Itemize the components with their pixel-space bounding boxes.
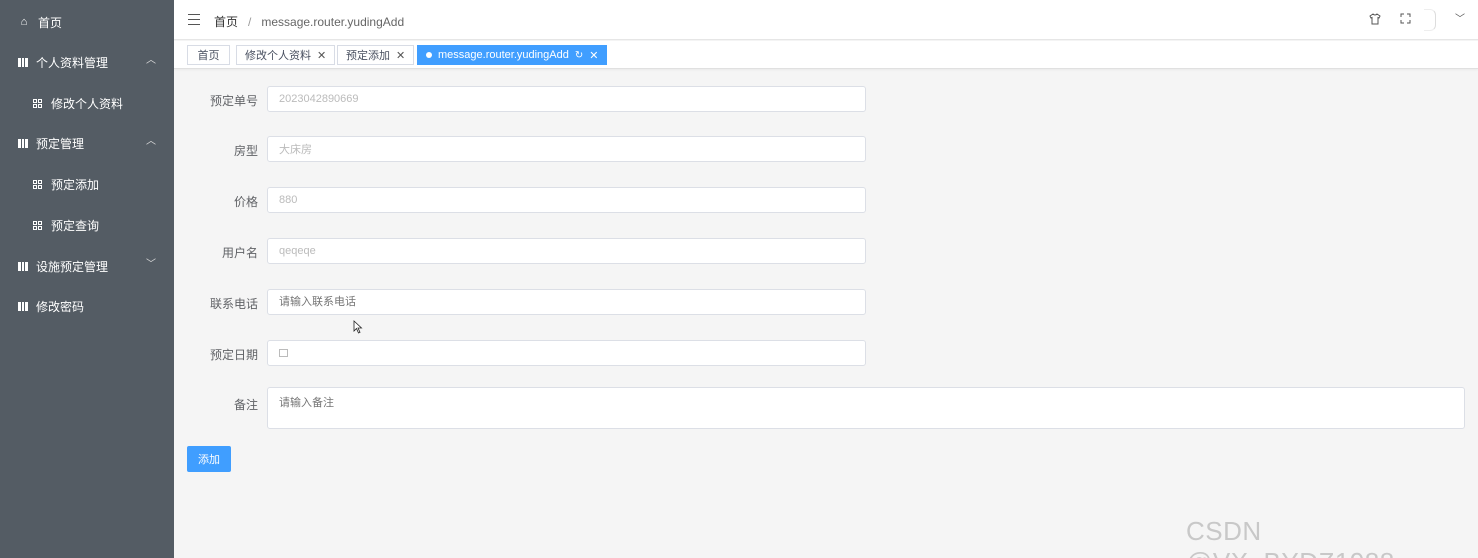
remark-label: 备注 [233,398,258,412]
sidebar-item-label: 预定管理 [36,136,85,151]
sidebar-item-profile-management[interactable]: 个人资料管理 ︿ [0,42,174,82]
bars-icon [18,138,28,148]
tag-booking-add[interactable]: 预定添加 ✕ [337,45,415,65]
sidebar-item-booking-query[interactable]: 预定查询 [0,205,174,245]
sidebar-item-label: 预定查询 [51,218,100,233]
close-icon[interactable]: ✕ [589,49,598,62]
sidebar-item-label: 首页 [38,15,63,30]
refresh-icon[interactable]: ↻ [575,50,583,61]
breadcrumb-home[interactable]: 首页 [214,13,238,30]
sidebar-item-booking-management[interactable]: 预定管理 ︿ [0,123,174,163]
remark-textarea[interactable] [267,387,1465,429]
username-input[interactable] [267,238,866,264]
grid-icon [33,220,42,230]
chevron-up-icon: ︿ [146,136,156,147]
room-type-label: 房型 [233,144,258,158]
menu-toggle-icon[interactable] [188,14,200,25]
sidebar-item-home[interactable]: ⌂ 首页 [0,2,174,42]
tag-label: message.router.yudingAdd [438,49,569,61]
tags-view: 首页 修改个人资料 ✕ 预定添加 ✕ message.router.yuding… [174,41,1478,69]
top-header: 首页 / message.router.yudingAdd ﹀ [174,0,1478,40]
home-icon: ⌂ [20,16,28,28]
order-no-input[interactable] [267,86,866,112]
breadcrumb-current: message.router.yudingAdd [261,14,405,29]
close-icon[interactable]: ✕ [396,49,405,62]
room-type-input[interactable] [267,136,866,162]
bars-icon [18,261,28,271]
shirt-icon[interactable] [1368,13,1382,27]
sidebar-item-label: 修改个人资料 [51,96,124,111]
calendar-icon [279,349,288,357]
phone-input[interactable] [267,289,866,315]
sidebar-item-booking-add[interactable]: 预定添加 [0,164,174,204]
sidebar-item-change-password[interactable]: 修改密码 [0,286,174,326]
tag-home[interactable]: 首页 [187,45,230,65]
sidebar-item-label: 预定添加 [51,177,100,192]
phone-label: 联系电话 [209,297,258,311]
active-dot-icon [426,52,432,58]
sidebar-item-facility-booking[interactable]: 设施预定管理 ﹀ [0,246,174,286]
tag-yuding-add[interactable]: message.router.yudingAdd ↻ ✕ [417,45,608,65]
tag-edit-profile[interactable]: 修改个人资料 ✕ [236,45,336,65]
tag-label: 预定添加 [346,50,390,62]
sidebar: ⌂ 首页 个人资料管理 ︿ 修改个人资料 预定管理 ︿ 预定添加 预定查询 设施… [0,0,174,558]
grid-icon [33,179,42,189]
booking-date-picker[interactable] [267,340,866,366]
close-icon[interactable]: ✕ [317,49,326,62]
bars-icon [18,301,28,311]
tag-label: 修改个人资料 [245,50,311,62]
username-label: 用户名 [221,246,258,260]
price-input[interactable] [267,187,866,213]
order-no-label: 预定单号 [209,94,258,108]
mouse-cursor-icon [353,320,363,334]
bars-icon [18,57,28,67]
booking-date-label: 预定日期 [209,348,258,362]
breadcrumb-separator: / [248,14,252,29]
grid-icon [33,98,42,108]
add-button[interactable]: 添加 [187,446,231,472]
sidebar-item-label: 修改密码 [36,299,85,314]
sidebar-item-edit-profile[interactable]: 修改个人资料 [0,83,174,123]
tag-label: 首页 [197,50,220,62]
avatar[interactable] [1424,9,1436,31]
chevron-down-icon[interactable]: ﹀ [1453,13,1467,27]
sidebar-item-label: 个人资料管理 [36,55,109,70]
chevron-down-icon: ﹀ [146,259,156,270]
sidebar-item-label: 设施预定管理 [36,259,109,274]
price-label: 价格 [233,195,258,209]
fullscreen-icon[interactable] [1398,13,1412,27]
watermark: CSDN @VX_BYDZ1988 [1186,516,1394,558]
breadcrumb: 首页 / message.router.yudingAdd [214,13,404,30]
chevron-up-icon: ︿ [146,55,156,66]
